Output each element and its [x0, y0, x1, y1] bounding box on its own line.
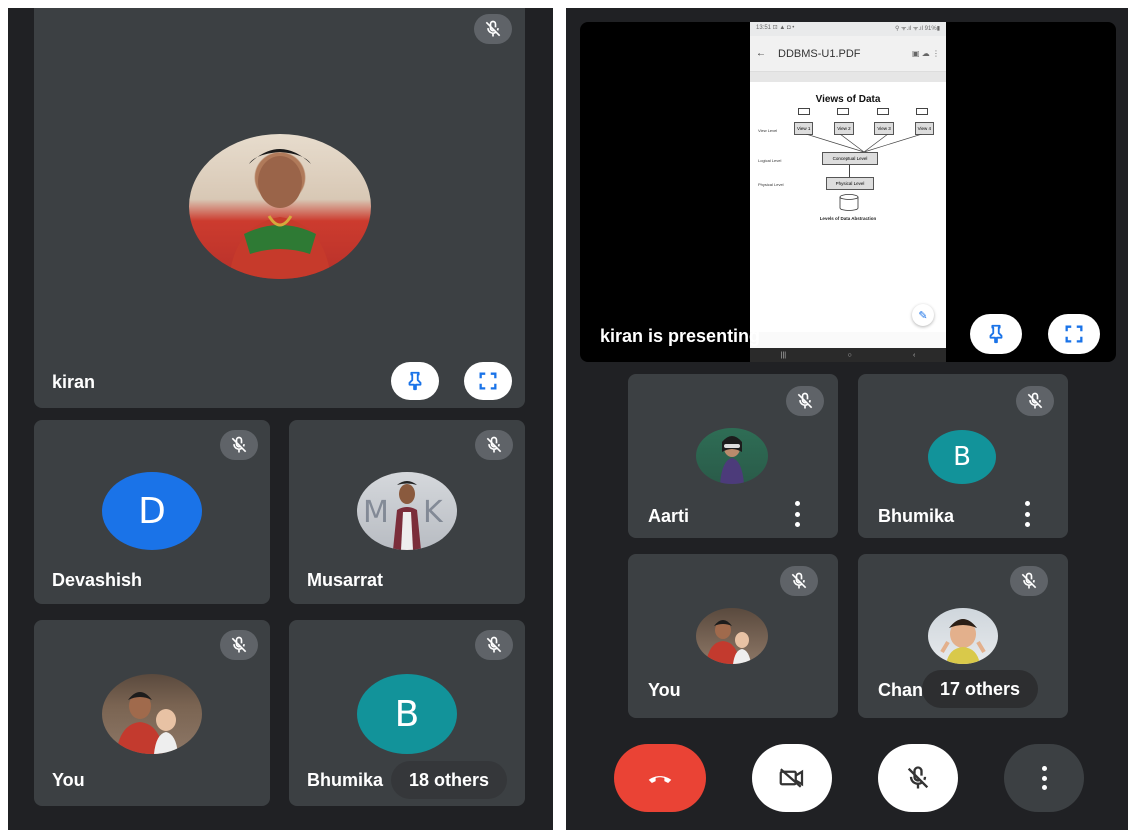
pin-icon — [408, 371, 422, 391]
physical-level-label: Physical Level — [758, 182, 784, 187]
mic-off-icon — [780, 566, 818, 596]
mic-off-icon — [907, 766, 929, 789]
pin-button[interactable] — [391, 362, 439, 400]
chandana-avatar — [928, 608, 998, 664]
mic-off-icon — [786, 386, 824, 416]
phone-nav-bar: ||| ○ ‹ — [750, 348, 946, 362]
svg-text:K: K — [423, 495, 444, 530]
avatar-letter: B — [394, 693, 420, 735]
more-options-button[interactable] — [1004, 744, 1084, 812]
status-bar-right: ⚲ ᯤ.ıl ᯤ.ıl 91%▮ — [895, 26, 940, 32]
mic-off-icon — [474, 14, 512, 44]
mic-off-icon — [475, 430, 513, 460]
participant-name: Musarrat — [307, 570, 384, 590]
participant-tile-devashish[interactable]: D Devashish — [34, 420, 270, 604]
kiran-avatar — [189, 134, 371, 279]
devashish-avatar: D — [102, 472, 202, 550]
participant-tile-you[interactable]: You — [34, 620, 270, 806]
participant-name: Devashish — [52, 570, 143, 590]
view-level-label: View Level — [758, 128, 778, 133]
fullscreen-button[interactable] — [464, 362, 512, 400]
pin-button[interactable] — [970, 314, 1022, 354]
participant-name: You — [52, 770, 85, 790]
aarti-avatar — [696, 428, 768, 484]
mic-off-icon — [475, 630, 513, 660]
slide-content: Views of Data View Level View 1 View 2 V… — [750, 82, 946, 332]
camera-off-icon — [779, 768, 804, 788]
participant-name: You — [648, 680, 681, 700]
others-button[interactable]: 18 others — [391, 761, 508, 799]
fullscreen-button[interactable] — [1048, 314, 1100, 354]
pin-icon — [989, 324, 1003, 344]
participant-name: kiran — [52, 372, 96, 392]
participant-tile-you-right[interactable]: You — [628, 554, 838, 718]
presentation-tile[interactable]: 13:51 ⊡ ▲ ◘ • ⚲ ᯤ.ıl ᯤ.ıl 91%▮ ← DDBMS-U… — [580, 22, 1116, 362]
mic-off-icon — [1016, 386, 1054, 416]
more-vert-icon[interactable] — [1023, 501, 1031, 527]
conceptual-level-box: Conceptual Level — [822, 152, 878, 165]
edit-icon[interactable]: ✎ — [912, 304, 934, 326]
more-vert-icon — [1040, 766, 1048, 790]
shared-screen: 13:51 ⊡ ▲ ◘ • ⚲ ᯤ.ıl ᯤ.ıl 91%▮ ← DDBMS-U… — [750, 22, 946, 362]
participant-tile-musarrat[interactable]: M K Musarrat — [289, 420, 525, 604]
participant-tile-chandana[interactable]: Chandana 17 others — [858, 554, 1068, 718]
logical-level-label: Logical Level — [758, 158, 782, 163]
main-participant-tile[interactable]: kiran — [34, 8, 525, 408]
slide-title: Views of Data — [815, 94, 881, 105]
end-call-button[interactable] — [614, 744, 706, 812]
bhumika-avatar: B — [357, 674, 457, 754]
camera-toggle-button[interactable] — [752, 744, 832, 812]
participant-tile-aarti[interactable]: Aarti — [628, 374, 838, 538]
participant-name: Aarti — [648, 506, 690, 526]
status-bar-left: 13:51 ⊡ ▲ ◘ • — [756, 25, 795, 31]
bhumika-avatar: B — [928, 430, 996, 484]
fullscreen-icon — [479, 372, 497, 390]
slide-caption: Levels of Data Abstraction — [819, 216, 877, 221]
presenting-label: kiran is presenting — [600, 326, 761, 346]
right-call-screen: 13:51 ⊡ ▲ ◘ • ⚲ ᯤ.ıl ᯤ.ıl 91%▮ ← DDBMS-U… — [566, 8, 1128, 830]
musarrat-avatar: M K — [357, 472, 457, 550]
mic-toggle-button[interactable] — [878, 744, 958, 812]
mic-off-icon — [220, 630, 258, 660]
you-avatar — [102, 674, 202, 754]
mic-off-icon — [1010, 566, 1048, 596]
svg-text:M: M — [363, 495, 389, 530]
others-button[interactable]: 17 others — [922, 670, 1039, 708]
doc-actions-icon[interactable]: ▣ ☁ ⋮ — [912, 49, 940, 58]
left-call-screen: kiran D Devashish M K Musarrat You B Bhu… — [8, 8, 553, 830]
mic-off-icon — [220, 430, 258, 460]
avatar-letter: B — [953, 442, 971, 472]
participant-tile-bhumika-right[interactable]: B Bhumika — [858, 374, 1068, 538]
fullscreen-icon — [1065, 325, 1083, 343]
physical-level-box: Physical Level — [826, 177, 874, 190]
document-title: DDBMS-U1.PDF — [778, 47, 861, 60]
participant-name: Bhumika — [878, 506, 955, 526]
database-icon — [839, 194, 859, 211]
avatar-letter: D — [138, 490, 166, 532]
end-call-icon — [648, 776, 672, 783]
more-vert-icon[interactable] — [793, 501, 801, 527]
back-arrow-icon[interactable]: ← — [756, 48, 766, 59]
participant-tile-bhumika[interactable]: B Bhumika 18 others — [289, 620, 525, 806]
you-avatar — [696, 608, 768, 664]
participant-name: Bhumika — [307, 770, 384, 790]
